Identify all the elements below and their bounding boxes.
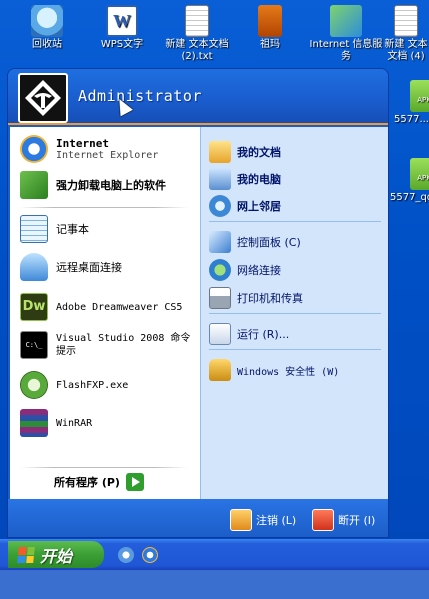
apk-icon: APK (410, 158, 429, 190)
taskbar: 开始 (0, 539, 429, 570)
menu-item-network-connections[interactable]: 网络连接 (209, 259, 281, 281)
desktop-icon-recycle-bin[interactable]: 回收站 (17, 5, 77, 51)
user-avatar-icon (25, 80, 61, 116)
desktop-icon-apk-2[interactable]: APK 5577_qq (390, 158, 429, 204)
desktop-icon-apk-1[interactable]: APK 5577... (394, 80, 429, 126)
menu-item-uninstaller[interactable]: 强力卸载电脑上的软件 (20, 171, 166, 199)
desktop-icon-zuma[interactable]: 祖玛 (240, 5, 300, 51)
recycle-bin-icon (31, 5, 63, 37)
wps-writer-icon: W (106, 5, 138, 37)
menu-item-flashfxp[interactable]: FlashFXP.exe (20, 371, 128, 399)
text-file-icon (185, 5, 209, 37)
text-file-icon (394, 5, 418, 37)
user-avatar[interactable] (18, 73, 68, 123)
uninstaller-icon (20, 171, 48, 199)
user-name: Administrator (78, 87, 202, 105)
start-menu-right-pane: 我的文档 我的电脑 网上邻居 控制面板 (C) 网络连接 打印机和传真 运行 (… (200, 127, 388, 499)
lock-icon (209, 359, 231, 381)
menu-item-run[interactable]: 运行 (R)... (209, 323, 289, 345)
start-menu-header: Administrator (8, 69, 388, 125)
my-computer-icon (209, 168, 231, 190)
run-icon (209, 323, 231, 345)
dreamweaver-icon: Dw (20, 293, 48, 321)
key-icon (230, 509, 252, 531)
menu-item-notepad[interactable]: 记事本 (20, 215, 89, 243)
network-places-icon (209, 195, 231, 217)
start-button[interactable]: 开始 (8, 541, 104, 568)
quicklaunch-ie-icon[interactable] (142, 547, 158, 563)
notepad-icon (20, 215, 48, 243)
printers-icon (209, 287, 231, 309)
iis-icon (330, 5, 362, 37)
menu-item-remote-desktop[interactable]: 远程桌面连接 (20, 253, 122, 281)
separator (20, 467, 188, 468)
apk-icon: APK (410, 80, 429, 112)
start-menu-footer: 注销 (L) 断开 (I) (8, 499, 388, 537)
my-documents-icon (209, 141, 231, 163)
green-arrow-icon (125, 473, 144, 491)
control-panel-icon (209, 231, 231, 253)
menu-item-dreamweaver[interactable]: Dw Adobe Dreamweaver CS5 (20, 293, 182, 321)
zuma-icon (258, 5, 282, 37)
command-prompt-icon: C:\_ (20, 331, 48, 359)
all-programs-button[interactable]: 所有程序 (P) (54, 473, 144, 491)
menu-item-network-places[interactable]: 网上邻居 (209, 195, 281, 217)
internet-explorer-icon (20, 135, 48, 163)
windows-logo-icon (17, 546, 35, 563)
separator (20, 207, 188, 208)
quicklaunch-desktop-icon[interactable] (118, 547, 134, 563)
separator (209, 313, 381, 314)
logoff-button[interactable]: 注销 (L) (230, 509, 296, 531)
start-menu-left-pane: Internet Internet Explorer 强力卸载电脑上的软件 记事… (10, 127, 200, 499)
separator (209, 349, 381, 350)
shutdown-button[interactable]: 断开 (I) (312, 509, 375, 531)
menu-item-windows-security[interactable]: Windows 安全性 (W) (209, 359, 339, 381)
menu-item-my-documents[interactable]: 我的文档 (209, 141, 281, 163)
flashfxp-icon (20, 371, 48, 399)
start-menu: Administrator Internet Internet Explorer… (7, 68, 389, 538)
power-icon (312, 509, 334, 531)
desktop-bottom (0, 570, 429, 599)
winrar-icon (20, 409, 48, 437)
menu-item-my-computer[interactable]: 我的电脑 (209, 168, 281, 190)
menu-item-vs-command-prompt[interactable]: C:\_ Visual Studio 2008 命令提示 (20, 331, 200, 359)
desktop-icon-text-file-2[interactable]: 新建 文本文档 (2).txt (160, 5, 234, 63)
menu-item-printers[interactable]: 打印机和传真 (209, 287, 303, 309)
separator (209, 221, 381, 222)
menu-item-internet[interactable]: Internet Internet Explorer (20, 135, 158, 163)
desktop: 回收站 W WPS文字 新建 文本文档 (2).txt 祖玛 Internet … (0, 0, 429, 599)
desktop-icon-iis[interactable]: Internet 信息服务 (308, 5, 384, 63)
network-connections-icon (209, 259, 231, 281)
desktop-icon-text-file-4[interactable]: 新建 文本文档 (4) (384, 5, 428, 63)
menu-item-control-panel[interactable]: 控制面板 (C) (209, 231, 301, 253)
remote-desktop-icon (20, 253, 48, 281)
menu-item-winrar[interactable]: WinRAR (20, 409, 92, 437)
desktop-icon-wps[interactable]: W WPS文字 (92, 5, 152, 51)
